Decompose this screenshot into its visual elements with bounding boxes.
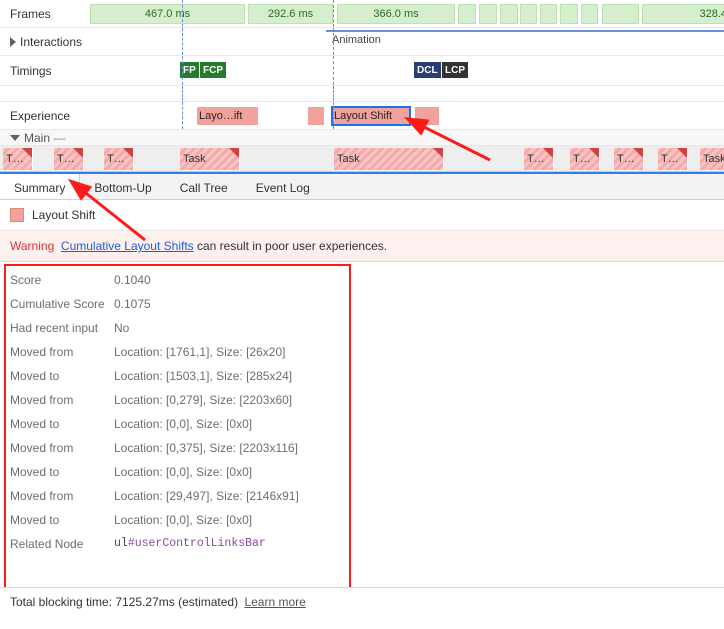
experience-label: Experience (0, 109, 160, 123)
warning-bar: Warning Cumulative Layout Shifts can res… (0, 231, 724, 262)
detail-value: 0.1040 (114, 273, 151, 287)
task-block[interactable]: T… (658, 148, 688, 170)
detail-value: Location: [1761,1], Size: [26x20] (114, 345, 285, 359)
experience-track[interactable]: Layo…ift Layout Shift (160, 102, 724, 129)
frame-block[interactable] (560, 4, 578, 24)
detail-value: Location: [0,0], Size: [0x0] (114, 465, 252, 479)
details-tabs: Summary Bottom-Up Call Tree Event Log (0, 172, 724, 200)
frame-block[interactable] (458, 4, 476, 24)
experience-lane[interactable]: Experience Layo…ift Layout Shift (0, 102, 724, 130)
time-marker (333, 0, 334, 27)
time-marker (182, 56, 183, 85)
tab-event-log[interactable]: Event Log (242, 174, 324, 199)
animation-bar[interactable] (326, 30, 724, 32)
detail-value: Location: [0,375], Size: [2203x116] (114, 441, 298, 455)
time-marker (182, 86, 183, 101)
detail-key: Moved from (10, 441, 114, 455)
detail-key: Score (10, 273, 114, 287)
detail-value: 0.1075 (114, 297, 151, 311)
detail-value: Location: [1503,1], Size: [285x24] (114, 369, 292, 383)
event-color-swatch (10, 208, 24, 222)
time-marker (333, 102, 334, 129)
detail-key: Cumulative Score (10, 297, 114, 311)
detail-key: Moved from (10, 489, 114, 503)
task-block[interactable]: Task (700, 148, 724, 170)
task-block[interactable]: T… (104, 148, 134, 170)
frame-block[interactable]: 328.4 (642, 4, 724, 24)
frame-block[interactable] (500, 4, 518, 24)
frame-block[interactable] (581, 4, 598, 24)
main-label: Main — (0, 131, 160, 145)
event-title: Layout Shift (32, 208, 95, 222)
frames-track[interactable]: 467.0 ms 292.6 ms 366.0 ms 328.4 (160, 0, 724, 27)
task-block[interactable]: T… (614, 148, 644, 170)
interactions-track[interactable]: Animation (160, 28, 724, 55)
frames-lane[interactable]: Frames 467.0 ms 292.6 ms 366.0 ms 328.4 (0, 0, 724, 28)
time-marker (333, 86, 334, 101)
animation-label: Animation (332, 34, 381, 46)
timings-label: Timings (0, 64, 160, 78)
frame-block[interactable] (479, 4, 497, 24)
event-details: Score0.1040 Cumulative Score0.1075 Had r… (0, 262, 724, 566)
detail-value: Location: [0,0], Size: [0x0] (114, 417, 252, 431)
task-block[interactable]: T… (524, 148, 554, 170)
timing-badge-fcp[interactable]: FCP (200, 62, 226, 78)
learn-more-link[interactable]: Learn more (241, 595, 305, 609)
warning-link[interactable]: Cumulative Layout Shifts (61, 239, 194, 253)
layout-shift-block-small[interactable] (308, 107, 324, 125)
main-tasks-track[interactable]: T… T… T… Task Task T… T… T… T… Task (0, 148, 724, 170)
timing-badge-lcp[interactable]: LCP (442, 62, 468, 78)
event-header: Layout Shift (0, 200, 724, 231)
task-block[interactable]: Task (180, 148, 240, 170)
frame-block[interactable]: 366.0 ms (337, 4, 455, 24)
task-block[interactable]: T… (54, 148, 84, 170)
timings-track[interactable]: FP FCP DCL LCP (160, 56, 724, 85)
detail-value: Location: [0,279], Size: [2203x60] (114, 393, 292, 407)
frame-block[interactable] (602, 4, 639, 24)
detail-key: Moved to (10, 417, 114, 431)
detail-key: Moved from (10, 393, 114, 407)
task-block[interactable]: T… (570, 148, 600, 170)
detail-key: Moved to (10, 465, 114, 479)
main-lane-header[interactable]: Main — (0, 130, 724, 146)
timing-badge-dcl[interactable]: DCL (414, 62, 441, 78)
layout-shift-block-selected[interactable]: Layout Shift (332, 107, 410, 125)
layout-shift-block[interactable]: Layo…ift (197, 107, 258, 125)
main-tasks-lane[interactable]: T… T… T… Task Task T… T… T… T… Task (0, 146, 724, 172)
warning-label: Warning (10, 239, 54, 253)
expand-icon[interactable] (10, 37, 16, 47)
footer-bar: Total blocking time: 7125.27ms (estimate… (0, 587, 724, 616)
detail-key: Moved to (10, 513, 114, 527)
tab-call-tree[interactable]: Call Tree (166, 174, 242, 199)
layout-shift-block-small[interactable] (415, 107, 439, 125)
warning-suffix: can result in poor user experiences. (194, 239, 387, 253)
time-marker (182, 28, 183, 55)
time-marker (182, 0, 183, 27)
frame-block[interactable]: 292.6 ms (248, 4, 333, 24)
detail-key: Moved from (10, 345, 114, 359)
frame-block[interactable] (540, 4, 557, 24)
time-marker (182, 102, 183, 129)
detail-key: Had recent input (10, 321, 114, 335)
related-node-link[interactable]: ul#userControlLinksBar (114, 537, 266, 551)
blocking-time-text: Total blocking time: 7125.27ms (estimate… (10, 595, 238, 609)
time-marker (333, 28, 334, 55)
time-marker (333, 56, 334, 85)
timings-lane[interactable]: Timings FP FCP DCL LCP (0, 56, 724, 86)
spacer-lane (0, 86, 724, 102)
tab-summary[interactable]: Summary (0, 174, 80, 199)
task-block[interactable]: Task (334, 148, 444, 170)
interactions-label: Interactions (0, 35, 160, 49)
detail-value: No (114, 321, 129, 335)
collapse-icon[interactable] (10, 135, 20, 141)
frame-block[interactable]: 467.0 ms (90, 4, 245, 24)
tab-bottom-up[interactable]: Bottom-Up (80, 174, 165, 199)
detail-value: Location: [29,497], Size: [2146x91] (114, 489, 299, 503)
frame-block[interactable] (520, 4, 537, 24)
detail-key: Related Node (10, 537, 114, 551)
detail-value: Location: [0,0], Size: [0x0] (114, 513, 252, 527)
task-block[interactable]: T… (3, 148, 33, 170)
interactions-lane[interactable]: Interactions Animation (0, 28, 724, 56)
detail-key: Moved to (10, 369, 114, 383)
